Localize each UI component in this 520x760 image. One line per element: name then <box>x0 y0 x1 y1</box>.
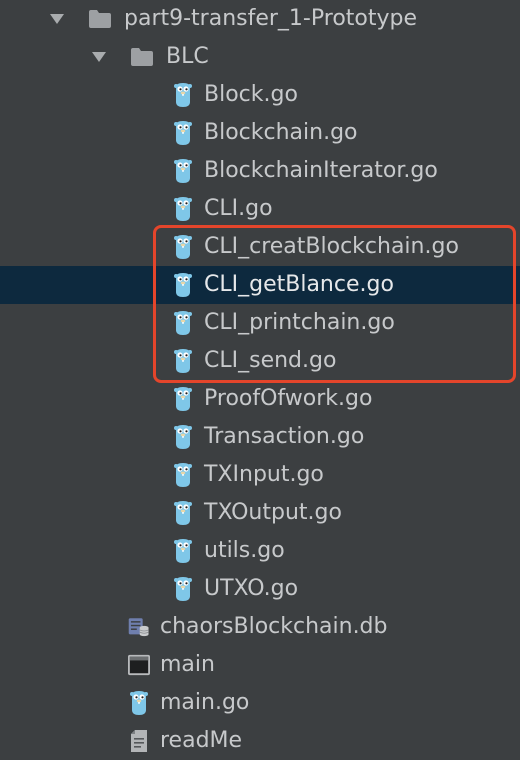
tree-item-label: readMe <box>160 728 243 753</box>
gopher-icon <box>172 120 194 146</box>
gopher-icon <box>172 538 194 564</box>
gopher-icon <box>172 196 194 222</box>
text-file-icon <box>128 728 150 754</box>
tree-item-label: main.go <box>160 690 250 715</box>
gopher-icon <box>172 82 194 108</box>
tree-item-label: CLI_creatBlockchain.go <box>204 234 459 259</box>
gopher-icon <box>172 386 194 412</box>
tree-item-readme[interactable]: readMe <box>0 722 520 760</box>
folder-icon <box>88 6 112 32</box>
gopher-icon <box>172 310 194 336</box>
tree-item-go-file[interactable]: Block.go <box>0 76 520 114</box>
gopher-icon <box>172 272 194 298</box>
gopher-icon <box>128 690 150 716</box>
tree-item-label: Block.go <box>204 82 298 107</box>
tree-item-main-binary[interactable]: main <box>0 646 520 684</box>
tree-item-label: part9-transfer_1-Prototype <box>124 6 418 31</box>
gopher-icon <box>172 424 194 450</box>
tree-item-go-file[interactable]: CLI_getBlance.go <box>0 266 520 304</box>
tree-item-label: CLI.go <box>204 196 273 221</box>
tree-item-label: utils.go <box>204 538 285 563</box>
tree-item-label: BLC <box>166 44 209 69</box>
tree-item-go-file[interactable]: Transaction.go <box>0 418 520 456</box>
gopher-icon <box>172 500 194 526</box>
gopher-icon <box>172 234 194 260</box>
tree-item-label: Transaction.go <box>204 424 365 449</box>
tree-item-label: Blockchain.go <box>204 120 358 145</box>
folder-icon <box>130 44 154 70</box>
tree-item-blc-folder[interactable]: BLC <box>0 38 520 76</box>
expand-arrow-icon[interactable] <box>88 46 110 68</box>
tree-item-go-file[interactable]: UTXO.go <box>0 570 520 608</box>
tree-item-go-file[interactable]: CLI.go <box>0 190 520 228</box>
gopher-icon <box>172 158 194 184</box>
tree-item-label: TXInput.go <box>204 462 324 487</box>
tree-item-label: main <box>160 652 215 677</box>
tree-item-go-file[interactable]: utils.go <box>0 532 520 570</box>
tree-item-go-file[interactable]: BlockchainIterator.go <box>0 152 520 190</box>
tree-item-go-file[interactable]: CLI_creatBlockchain.go <box>0 228 520 266</box>
expand-arrow-icon[interactable] <box>46 8 68 30</box>
tree-item-label: CLI_send.go <box>204 348 337 373</box>
tree-item-db-file[interactable]: chaorsBlockchain.db <box>0 608 520 646</box>
tree-item-label: UTXO.go <box>204 576 299 601</box>
tree-item-label: BlockchainIterator.go <box>204 158 438 183</box>
terminal-icon <box>128 652 150 678</box>
tree-item-label: chaorsBlockchain.db <box>160 614 388 639</box>
tree-item-go-file[interactable]: CLI_send.go <box>0 342 520 380</box>
tree-item-label: TXOutput.go <box>204 500 342 525</box>
tree-item-go-file[interactable]: TXOutput.go <box>0 494 520 532</box>
tree-item-label: CLI_printchain.go <box>204 310 395 335</box>
gopher-icon <box>172 576 194 602</box>
tree-item-main-go[interactable]: main.go <box>0 684 520 722</box>
tree-item-go-file[interactable]: TXInput.go <box>0 456 520 494</box>
gopher-icon <box>172 462 194 488</box>
tree-item-label: CLI_getBlance.go <box>204 272 394 297</box>
gopher-icon <box>172 348 194 374</box>
database-icon <box>128 614 150 640</box>
tree-item-root-folder[interactable]: part9-transfer_1-Prototype <box>0 0 520 38</box>
tree-item-go-file[interactable]: CLI_printchain.go <box>0 304 520 342</box>
tree-item-label: ProofOfwork.go <box>204 386 373 411</box>
tree-item-go-file[interactable]: Blockchain.go <box>0 114 520 152</box>
project-file-tree: part9-transfer_1-Prototype BLC Block.go B… <box>0 0 520 760</box>
tree-item-go-file[interactable]: ProofOfwork.go <box>0 380 520 418</box>
